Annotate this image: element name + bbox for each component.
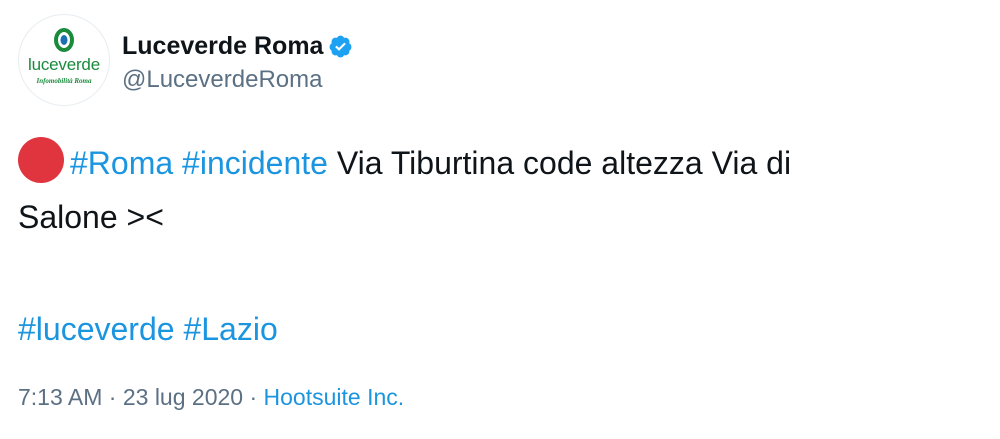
name-row: Luceverde Roma <box>122 31 353 61</box>
hashtag-lazio[interactable]: #Lazio <box>183 311 277 347</box>
red-circle-icon <box>18 137 64 183</box>
tweet-card: luceverde Infomobilità Roma Luceverde Ro… <box>0 0 1000 439</box>
hashtag-roma[interactable]: #Roma <box>70 145 173 181</box>
verified-badge-icon <box>330 35 352 57</box>
meta-separator: · <box>108 384 117 410</box>
tweet-line-1-text: Via Tiburtina code altezza Via di <box>336 145 792 181</box>
tweet-line-2: Salone >< <box>18 199 164 235</box>
avatar-logo-word: luceverde <box>28 55 100 74</box>
avatar[interactable]: luceverde Infomobilità Roma <box>18 14 110 106</box>
traffic-light-logo-icon <box>54 28 74 52</box>
avatar-logo-tagline: Infomobilità Roma <box>36 77 92 85</box>
tweet-date[interactable]: 23 lug 2020 <box>123 384 243 410</box>
tweet-source-link[interactable]: Hootsuite Inc. <box>264 384 405 410</box>
tweet-text: #Roma #incidente Via Tiburtina code alte… <box>18 136 993 244</box>
author-display-name[interactable]: Luceverde Roma <box>122 31 323 61</box>
hashtag-luceverde[interactable]: #luceverde <box>18 311 175 347</box>
hashtag-incidente[interactable]: #incidente <box>182 145 328 181</box>
author-names: Luceverde Roma @LuceverdeRoma <box>122 25 353 95</box>
tweet-line-1: #Roma #incidente Via Tiburtina code alte… <box>18 136 993 190</box>
tweet-meta: 7:13 AM · 23 lug 2020 · Hootsuite Inc. <box>18 380 404 414</box>
tweet-header: luceverde Infomobilità Roma Luceverde Ro… <box>18 14 353 106</box>
meta-separator-2: · <box>249 384 258 410</box>
tweet-tags: #luceverde #Lazio <box>18 302 278 356</box>
tweet-time[interactable]: 7:13 AM <box>18 384 102 410</box>
author-handle[interactable]: @LuceverdeRoma <box>122 65 353 95</box>
